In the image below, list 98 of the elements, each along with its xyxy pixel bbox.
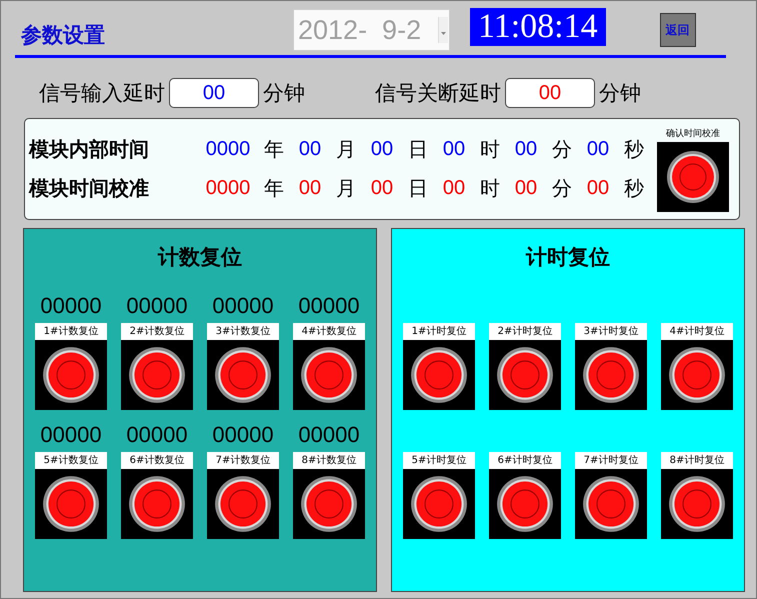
caret-icon [438, 17, 448, 43]
reset-push-button[interactable] [575, 340, 647, 410]
delay-input-field[interactable]: 00 [169, 78, 259, 108]
button-caption: 2#计时复位 [489, 323, 561, 340]
time-value: 00 [298, 138, 322, 161]
reset-push-button[interactable] [403, 469, 475, 539]
delay-input-field[interactable]: 00 [505, 78, 595, 108]
time-unit: 秒 [623, 175, 645, 202]
counter-value: 00000 [212, 292, 274, 320]
push-button-icon [668, 475, 726, 533]
time-value: 0000 [204, 177, 252, 200]
clock-display: 11:08:14 [470, 8, 606, 46]
push-button-icon [666, 150, 720, 204]
button-caption: 4#计时复位 [661, 323, 733, 340]
confirm-push-button[interactable] [657, 142, 729, 212]
reset-push-button[interactable] [489, 469, 561, 539]
push-button-icon [410, 475, 468, 533]
button-caption: 3#计时复位 [575, 323, 647, 340]
button-caption: 8#计时复位 [661, 452, 733, 469]
button-caption: 8#计数复位 [293, 452, 365, 469]
push-button-icon [582, 475, 640, 533]
reset-push-button[interactable] [121, 469, 193, 539]
time-unit: 年 [263, 175, 285, 202]
push-button-icon [300, 475, 358, 533]
time-unit: 时 [479, 136, 501, 163]
reset-push-button[interactable] [403, 340, 475, 410]
push-button-icon [668, 346, 726, 404]
push-button-icon [582, 346, 640, 404]
button-caption: 6#计时复位 [489, 452, 561, 469]
counter-value: 00000 [212, 421, 274, 449]
push-button-icon [42, 475, 100, 533]
unit-label: 分钟 [599, 80, 641, 107]
reset-push-button[interactable] [661, 469, 733, 539]
button-caption: 7#计时复位 [575, 452, 647, 469]
button-caption: 1#计数复位 [35, 323, 107, 340]
push-button-icon [214, 475, 272, 533]
reset-push-button[interactable] [293, 469, 365, 539]
time-row-label: 模块内部时间 [29, 136, 150, 163]
push-button-icon [496, 475, 554, 533]
time-value: 00 [370, 177, 394, 200]
time-unit: 分 [551, 136, 573, 163]
panel-title: 计数复位 [158, 244, 242, 271]
delay-label: 信号输入延时 [39, 80, 165, 107]
time-value: 00 [370, 138, 394, 161]
reset-push-button[interactable] [207, 340, 279, 410]
counter-value: 00000 [40, 421, 102, 449]
counter-value: 00000 [298, 421, 360, 449]
button-caption: 6#计数复位 [121, 452, 193, 469]
reset-push-button[interactable] [293, 340, 365, 410]
time-unit: 秒 [623, 136, 645, 163]
time-value: 00 [442, 177, 466, 200]
push-button-icon [300, 346, 358, 404]
counter-value: 00000 [126, 421, 188, 449]
reset-push-button[interactable] [575, 469, 647, 539]
date-dropdown[interactable]: 2012- 9-2 [293, 9, 450, 51]
time-value: 0000 [204, 138, 252, 161]
push-button-icon [496, 346, 554, 404]
push-button-icon [128, 475, 186, 533]
time-unit: 日 [407, 136, 429, 163]
button-caption: 7#计数复位 [207, 452, 279, 469]
counter-value: 00000 [298, 292, 360, 320]
time-value: 00 [514, 177, 538, 200]
push-button-icon [410, 346, 468, 404]
button-caption: 2#计数复位 [121, 323, 193, 340]
reset-push-button[interactable] [121, 340, 193, 410]
unit-label: 分钟 [263, 80, 305, 107]
button-caption: 3#计数复位 [207, 323, 279, 340]
reset-push-button[interactable] [489, 340, 561, 410]
delay-label: 信号关断延时 [375, 80, 501, 107]
time-unit: 日 [407, 175, 429, 202]
time-value: 00 [442, 138, 466, 161]
time-value: 00 [514, 138, 538, 161]
screen-title: 参数设置 [21, 22, 106, 49]
time-unit: 月 [335, 136, 357, 163]
button-caption: 1#计时复位 [403, 323, 475, 340]
time-unit: 分 [551, 175, 573, 202]
time-row-label: 模块时间校准 [29, 175, 150, 202]
time-value: 00 [586, 177, 610, 200]
time-unit: 月 [335, 175, 357, 202]
time-unit: 年 [263, 136, 285, 163]
reset-push-button[interactable] [207, 469, 279, 539]
button-caption: 5#计时复位 [403, 452, 475, 469]
push-button-icon [214, 346, 272, 404]
reset-push-button[interactable] [661, 340, 733, 410]
counter-value: 00000 [126, 292, 188, 320]
panel-title: 计时复位 [526, 244, 610, 271]
reset-push-button[interactable] [35, 469, 107, 539]
push-button-icon [128, 346, 186, 404]
push-button-icon [42, 346, 100, 404]
time-value: 00 [298, 177, 322, 200]
back-button[interactable]: 返回 [660, 13, 696, 47]
time-unit: 时 [479, 175, 501, 202]
button-caption: 4#计数复位 [293, 323, 365, 340]
reset-push-button[interactable] [35, 340, 107, 410]
button-caption: 5#计数复位 [35, 452, 107, 469]
button-caption: 确认时间校准 [666, 128, 720, 140]
time-value: 00 [586, 138, 610, 161]
counter-value: 00000 [40, 292, 102, 320]
